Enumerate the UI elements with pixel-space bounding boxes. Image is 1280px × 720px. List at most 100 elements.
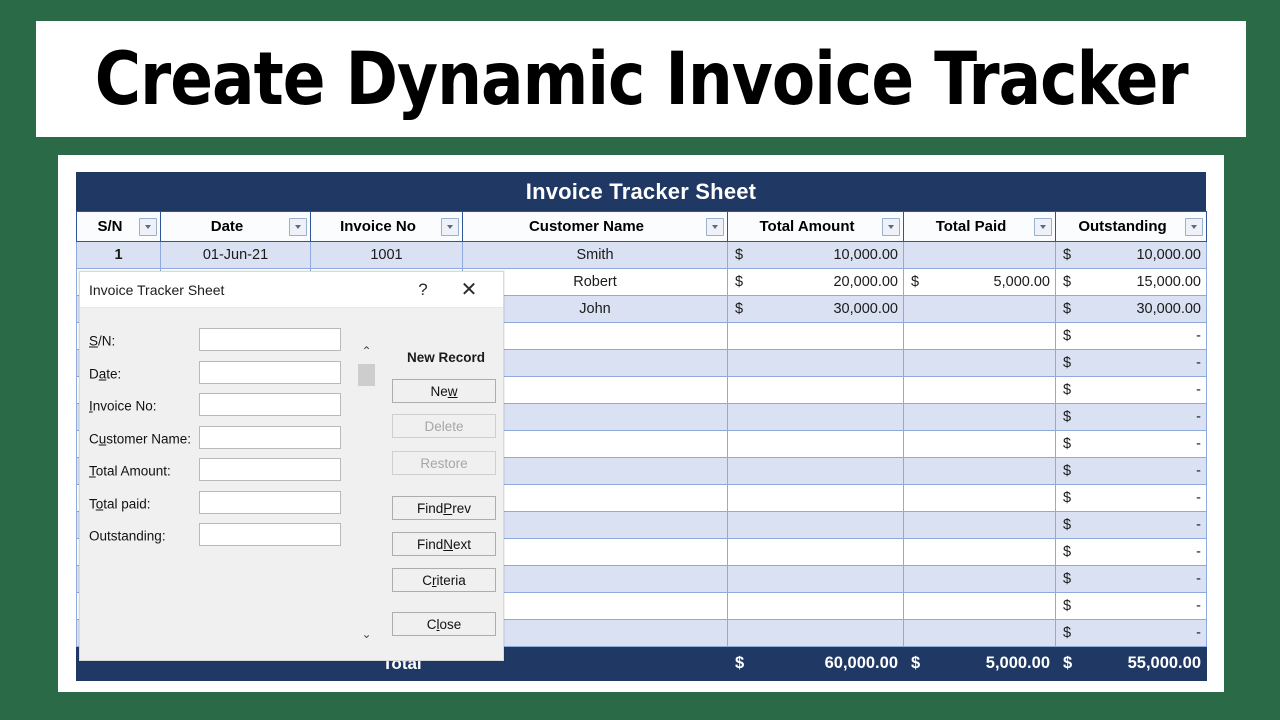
form-row: Total paid: — [80, 490, 380, 517]
sheet-title-banner: Invoice Tracker Sheet — [76, 172, 1206, 211]
filter-dropdown-icon[interactable] — [139, 217, 157, 236]
record-scrollbar[interactable]: ⌃ ⌄ — [356, 342, 377, 642]
form-label: Outstanding: — [89, 528, 166, 544]
cell-total-amount — [727, 457, 904, 485]
help-icon[interactable]: ? — [405, 272, 441, 307]
currency-symbol: $ — [1063, 436, 1072, 452]
form-input-invoice-no[interactable] — [199, 393, 341, 416]
filter-dropdown-icon[interactable] — [1034, 217, 1052, 236]
cell-value: 5,000.00 — [985, 654, 1050, 672]
form-label: Customer Name: — [89, 431, 192, 446]
cell-outstanding: $10,000.00 — [1055, 241, 1207, 269]
total-amount-value: $60,000.00 — [727, 646, 904, 681]
scroll-up-icon[interactable]: ⌃ — [356, 342, 377, 359]
cell-value: - — [1196, 571, 1201, 587]
currency-symbol: $ — [735, 654, 745, 672]
column-header-label: Date — [210, 218, 244, 235]
cell-value: - — [1196, 355, 1201, 371]
form-row: Date: — [80, 360, 380, 387]
cell-customer-name: Smith — [462, 241, 728, 269]
cell-total-amount — [727, 403, 904, 431]
new-button[interactable]: Ne w — [392, 379, 496, 403]
screenshot-root: Create Dynamic Invoice Tracker Invoice T… — [0, 0, 1280, 720]
scroll-down-icon[interactable]: ⌄ — [356, 625, 377, 642]
cell-total-paid: $5,000.00 — [903, 268, 1056, 296]
find-prev-button[interactable]: Find Prev — [392, 496, 496, 520]
cell-total-paid — [903, 511, 1056, 539]
currency-symbol: $ — [735, 247, 744, 263]
cell-value: - — [1196, 436, 1201, 452]
cell-value: - — [1196, 625, 1201, 641]
cell-total-paid — [903, 457, 1056, 485]
currency-symbol: $ — [1063, 301, 1072, 317]
currency-symbol: $ — [1063, 382, 1072, 398]
title-banner: Create Dynamic Invoice Tracker — [36, 21, 1246, 137]
column-header-outstanding: Outstanding — [1055, 211, 1207, 242]
restore-button: Restore — [392, 451, 496, 475]
currency-symbol: $ — [1063, 247, 1072, 263]
filter-dropdown-icon[interactable] — [1185, 217, 1203, 236]
cell-value: 10,000.00 — [833, 247, 898, 263]
form-input-date[interactable] — [199, 360, 341, 384]
cell-outstanding: $ - — [1055, 565, 1207, 593]
cell-total-amount — [727, 538, 904, 566]
column-header-date: Date — [160, 211, 311, 242]
dialog-body: S/N: Date: Invoice No: Customer Name: Total … — [80, 308, 503, 660]
form-row: Total Amount: — [80, 458, 380, 484]
filter-dropdown-icon[interactable] — [882, 217, 900, 236]
cell-total-paid — [903, 484, 1056, 512]
cell-value: 30,000.00 — [1136, 301, 1201, 317]
scrollbar-thumb[interactable] — [358, 364, 375, 386]
filter-dropdown-icon[interactable] — [441, 217, 459, 236]
form-input-s-n[interactable] — [199, 328, 341, 351]
table-row[interactable]: 1 01-Jun-21 1001 Smith $10,000.00 $10,000.00 — [76, 241, 1207, 269]
cell-outstanding: $ - — [1055, 376, 1207, 404]
cell-total-amount — [727, 619, 904, 647]
currency-symbol: $ — [1063, 625, 1072, 641]
form-input-total-paid[interactable] — [199, 490, 341, 514]
cell-value: 15,000.00 — [1136, 274, 1201, 290]
currency-symbol: $ — [1063, 355, 1072, 371]
cell-total-amount: $20,000.00 — [727, 268, 904, 296]
form-label: S/N: — [89, 333, 116, 349]
form-input-outstanding[interactable] — [199, 523, 341, 546]
form-input-total-amount[interactable] — [199, 458, 341, 481]
cell-value: - — [1196, 328, 1201, 344]
cell-total-amount: $10,000.00 — [727, 241, 904, 269]
filter-dropdown-icon[interactable] — [289, 217, 307, 236]
column-header-label: Customer Name — [528, 218, 645, 235]
close-icon[interactable]: ✕ — [451, 272, 487, 307]
criteria-button[interactable]: Cr iteria — [392, 568, 496, 592]
currency-symbol: $ — [1063, 463, 1072, 479]
currency-symbol: $ — [1063, 328, 1072, 344]
cell-total-amount: $30,000.00 — [727, 295, 904, 323]
cell-total-paid — [903, 430, 1056, 458]
form-input-customer-name[interactable] — [199, 425, 341, 449]
invoice-form-dialog[interactable]: Invoice Tracker Sheet ? ✕ S/N: Date: Invoi… — [79, 271, 504, 661]
cell-total-paid — [903, 295, 1056, 323]
cell-total-paid — [903, 619, 1056, 647]
cell-total-amount — [727, 511, 904, 539]
column-header-s-n: S/N — [76, 211, 161, 242]
cell-total-amount — [727, 592, 904, 620]
find-next-button[interactable]: Find Next — [392, 532, 496, 556]
cell-value: 20,000.00 — [833, 274, 898, 290]
cell-outstanding: $ - — [1055, 484, 1207, 512]
close-button[interactable]: Cl ose — [392, 612, 496, 636]
cell-total-paid — [903, 538, 1056, 566]
table-header-row: S/N Date Invoice No Customer Name Total Amou… — [76, 211, 1207, 242]
cell-total-paid — [903, 322, 1056, 350]
filter-dropdown-icon[interactable] — [706, 217, 724, 236]
currency-symbol: $ — [1063, 598, 1072, 614]
column-header-invoice-no: Invoice No — [310, 211, 463, 242]
column-header-total-amount: Total Amount — [727, 211, 904, 242]
currency-symbol: $ — [911, 274, 920, 290]
cell-value: - — [1196, 382, 1201, 398]
cell-total-amount — [727, 376, 904, 404]
page-title: Create Dynamic Invoice Tracker — [94, 36, 1189, 122]
cell-value: - — [1196, 490, 1201, 506]
cell-outstanding: $ - — [1055, 619, 1207, 647]
record-status-label: New Record — [406, 350, 486, 365]
cell-total-amount — [727, 484, 904, 512]
cell-value: - — [1196, 544, 1201, 560]
